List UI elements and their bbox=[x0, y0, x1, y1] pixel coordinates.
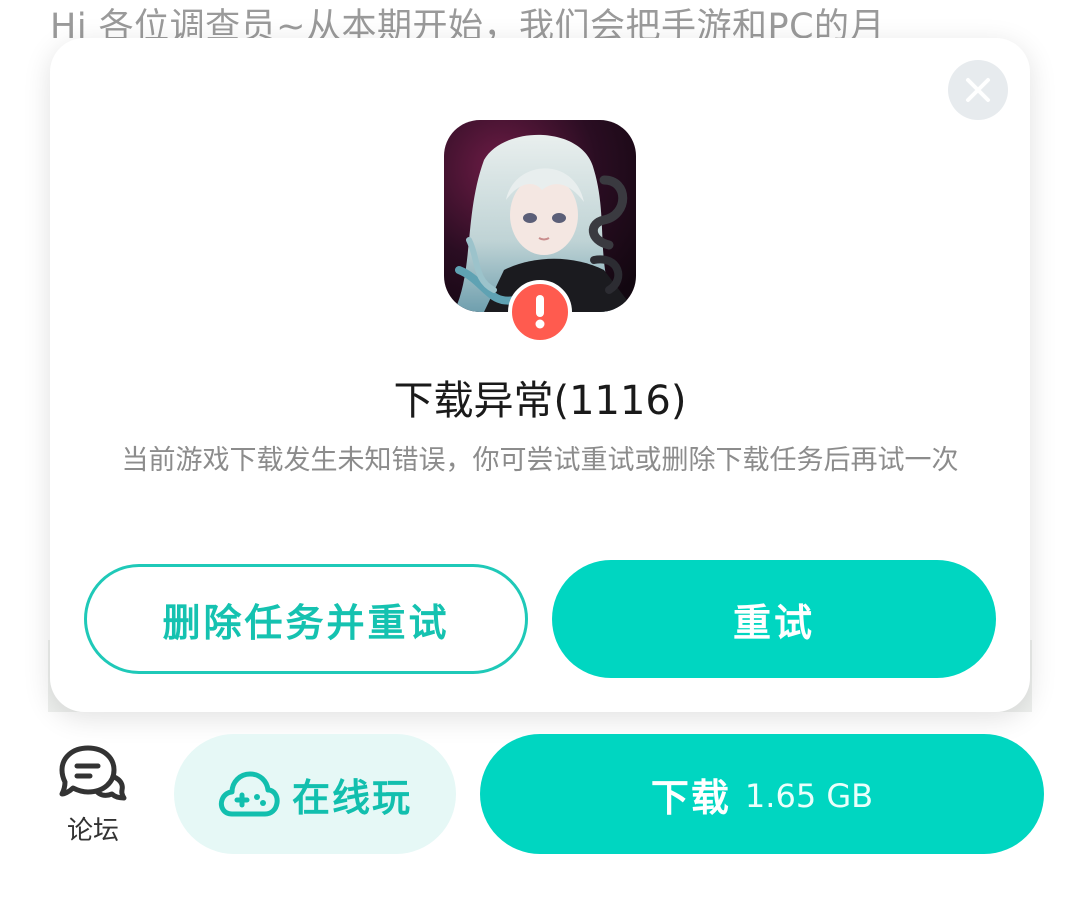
error-exclamation-icon bbox=[535, 295, 545, 329]
chat-bubble-icon bbox=[59, 745, 127, 801]
delete-task-and-retry-button[interactable]: 删除任务并重试 bbox=[84, 564, 528, 674]
play-online-label: 在线玩 bbox=[291, 775, 412, 820]
cloud-gamepad-icon bbox=[218, 771, 280, 817]
download-error-dialog: 下载异常(1116) 当前游戏下载发生未知错误，你可尝试重试或删除下载任务后再试… bbox=[50, 38, 1030, 712]
close-icon bbox=[966, 78, 990, 102]
retry-button[interactable]: 重试 bbox=[552, 560, 996, 678]
forum-label: 论坛 bbox=[66, 816, 119, 846]
dialog-message: 当前游戏下载发生未知错误，你可尝试重试或删除下载任务后再试一次 bbox=[121, 445, 959, 476]
error-badge bbox=[508, 280, 572, 344]
dialog-title: 下载异常(1116) bbox=[393, 378, 687, 424]
close-button[interactable] bbox=[948, 60, 1008, 120]
download-label: 下载 bbox=[650, 775, 731, 820]
download-button[interactable]: 下载 1.65 GB bbox=[480, 734, 1044, 854]
forum-entry[interactable]: 论坛 bbox=[58, 742, 128, 852]
download-size: 1.65 GB bbox=[744, 777, 874, 815]
play-online-button[interactable]: 在线玩 bbox=[174, 734, 456, 854]
